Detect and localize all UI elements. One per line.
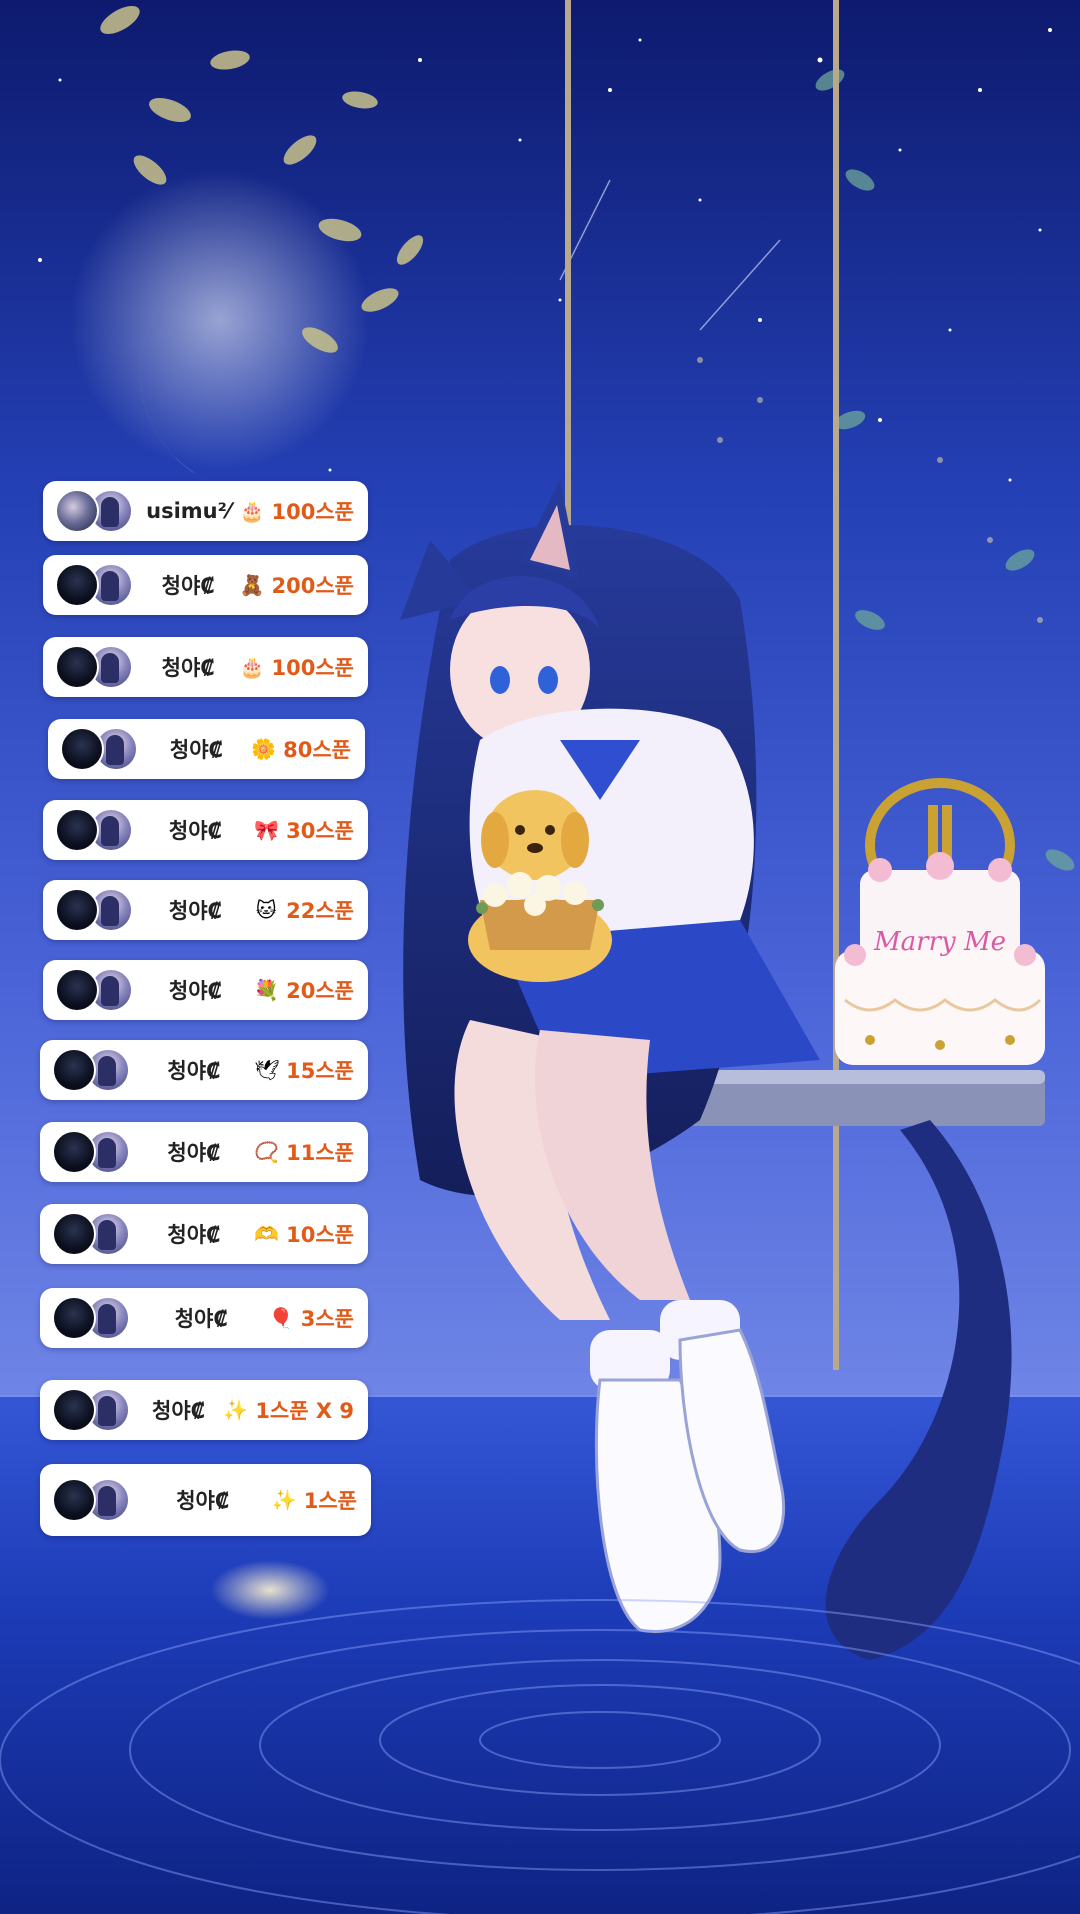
spoon-amount: 1스푼 xyxy=(303,1489,357,1513)
donor-name: 청야₡ xyxy=(174,1307,228,1331)
avatar xyxy=(60,727,104,771)
donor-name: 청야₡ xyxy=(161,574,215,598)
donation-row[interactable]: 청야₡ ✨ 1스푼 xyxy=(40,1464,371,1536)
cake-icon: 🎂 xyxy=(239,499,265,523)
flower-icon: 🌼 xyxy=(251,737,277,761)
spoon-amount: 3스푼 xyxy=(300,1307,354,1331)
cat-icon: 🐱 xyxy=(255,898,277,922)
avatar-pair xyxy=(55,487,137,535)
spoon-amount: 100스푼 xyxy=(271,500,354,524)
avatar xyxy=(52,1212,96,1256)
avatar xyxy=(55,563,99,607)
donation-row[interactable]: 청야₡ 🐱 22스푼 xyxy=(43,880,368,940)
spoon-amount: 11스푼 xyxy=(286,1141,354,1165)
bouquet-icon: 💐 xyxy=(254,978,280,1002)
avatar xyxy=(55,968,99,1012)
spoon-amount: 22스푼 xyxy=(286,899,354,923)
avatar xyxy=(55,645,99,689)
avatar-pair xyxy=(55,966,137,1014)
avatar xyxy=(55,888,99,932)
avatar xyxy=(52,1296,96,1340)
donation-row[interactable]: 청야₡ 🌼 80스푼 xyxy=(48,719,365,779)
heart-hands-icon: 🫶 xyxy=(254,1222,280,1246)
spoon-amount: 200스푼 xyxy=(271,574,354,598)
avatar xyxy=(55,489,99,533)
cake-icon: 🎂 xyxy=(239,655,265,679)
spoon-amount: 100스푼 xyxy=(271,656,354,680)
donor-name: 청야₡ xyxy=(168,979,223,1003)
avatar xyxy=(52,1048,96,1092)
donor-name: 청야₡ xyxy=(167,1223,221,1247)
donor-name: 청야₡ xyxy=(168,819,223,843)
donor-name: 청야₡ xyxy=(176,1489,230,1513)
spoon-amount: 10스푼 xyxy=(286,1223,354,1247)
avatar-pair xyxy=(55,643,137,691)
donation-row[interactable]: 청야₡ 📿 11스푼 xyxy=(40,1122,368,1182)
donor-name: 청야₡ xyxy=(167,1059,221,1083)
avatar-pair xyxy=(52,1128,134,1176)
avatar-pair xyxy=(55,806,137,854)
sparkle-wand-icon: ✨ xyxy=(223,1398,249,1422)
donation-row[interactable]: 청야₡ 🧸 200스푼 xyxy=(43,555,368,615)
donation-row[interactable]: 청야₡ 🕊 15스푼 xyxy=(40,1040,368,1100)
ribbon-icon: 🎀 xyxy=(254,818,280,842)
donation-row[interactable]: 청야₡ 🎈 3스푼 xyxy=(40,1288,368,1348)
donation-row[interactable]: usimu²⁄ 🎂 100스푼 xyxy=(43,481,368,541)
avatar-pair xyxy=(52,1046,134,1094)
avatar-pair xyxy=(55,886,137,934)
spoon-amount: 15스푼 xyxy=(286,1059,354,1083)
donor-name: 청야₡ xyxy=(169,738,224,762)
avatar-pair xyxy=(52,1294,134,1342)
donation-row[interactable]: 청야₡ 💐 20스푼 xyxy=(43,960,368,1020)
spoon-amount: 30스푼 xyxy=(286,819,354,843)
donation-ranking-list: usimu²⁄ 🎂 100스푼 청야₡ 🧸 200스푼 청야₡ 🎂 100스푼 … xyxy=(0,0,1080,1914)
sparkle-wand-icon: ✨ xyxy=(271,1488,297,1512)
donation-row[interactable]: 청야₡ 🎂 100스푼 xyxy=(43,637,368,697)
donation-row[interactable]: 청야₡ ✨ 1스푼 X 9 xyxy=(40,1380,368,1440)
spoon-amount: 20스푼 xyxy=(286,979,354,1003)
spoon-amount: 80스푼 xyxy=(283,738,351,762)
avatar-pair xyxy=(55,561,137,609)
balloon-icon: 🎈 xyxy=(268,1306,294,1330)
donor-name: 청야₡ xyxy=(168,899,223,923)
avatar xyxy=(52,1388,96,1432)
dove-icon: 🕊 xyxy=(254,1058,280,1082)
donor-name: usimu²⁄ xyxy=(146,499,231,523)
donation-row[interactable]: 청야₡ 🎀 30스푼 xyxy=(43,800,368,860)
donor-name: 청야₡ xyxy=(152,1399,206,1423)
avatar xyxy=(52,1478,96,1522)
donor-name: 청야₡ xyxy=(161,656,215,680)
necklace-icon: 📿 xyxy=(254,1140,280,1164)
avatar xyxy=(52,1130,96,1174)
avatar-pair xyxy=(52,1386,134,1434)
avatar-pair xyxy=(52,1210,134,1258)
avatar-pair xyxy=(52,1476,134,1524)
avatar-pair xyxy=(60,725,142,773)
donation-row[interactable]: 청야₡ 🫶 10스푼 xyxy=(40,1204,368,1264)
spoon-amount: 1스푼 X 9 xyxy=(255,1399,354,1423)
avatar xyxy=(55,808,99,852)
donor-name: 청야₡ xyxy=(167,1141,221,1165)
bear-icon: 🧸 xyxy=(239,573,265,597)
